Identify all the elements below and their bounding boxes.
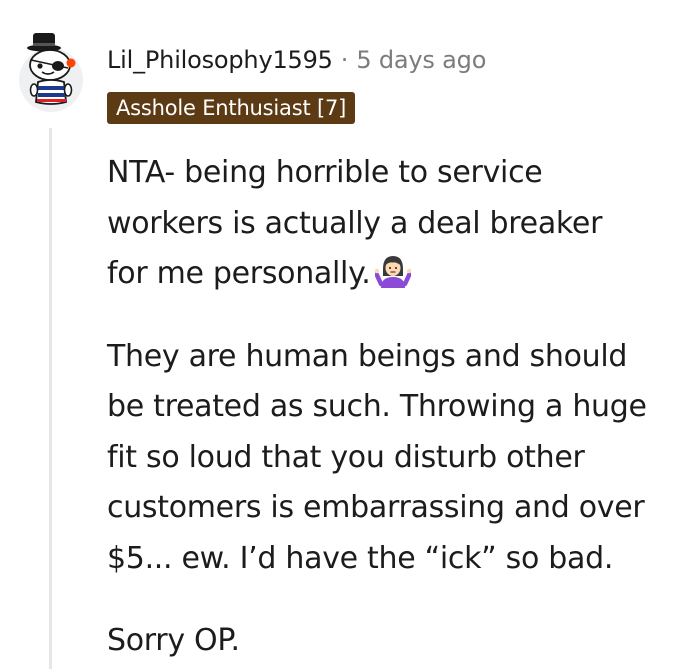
text-line: They are human beings and should	[107, 338, 628, 374]
comment-paragraph: They are human beings and should be trea…	[107, 332, 697, 585]
comment: Lil_Philosophy1595 · 5 days ago Asshole …	[0, 0, 700, 669]
text-line: workers is actually a deal breaker	[107, 205, 603, 241]
snoo-avatar-icon	[19, 33, 83, 112]
text-line-content: for me personally.	[107, 256, 371, 291]
text-line: fit so loud that you disturb other	[107, 439, 585, 475]
text-line: Sorry OP.	[107, 623, 240, 658]
text-line: customers is embarrassing and over	[107, 490, 645, 525]
text-line: be treated as such. Throwing a huge	[107, 389, 647, 424]
username-link[interactable]: Lil_Philosophy1595	[107, 46, 333, 74]
text-line: NTA- being horrible to service	[107, 155, 543, 190]
timestamp-link[interactable]: 5 days ago	[356, 46, 486, 74]
comment-paragraph: Sorry OP.	[107, 616, 697, 667]
meta-separator: ·	[340, 46, 349, 74]
comment-meta: Lil_Philosophy1595 · 5 days ago	[107, 40, 486, 80]
text-line: $5... ew. I’d have the “ick” so bad.	[107, 540, 614, 576]
person-shrugging-emoji-graphic	[373, 256, 412, 288]
text-line: for me personally.	[107, 249, 697, 300]
user-avatar[interactable]	[18, 30, 84, 114]
user-flair-badge: Asshole Enthusiast [7]	[107, 92, 356, 124]
thread-collapse-line[interactable]	[49, 128, 52, 669]
person-shrugging-emoji	[373, 254, 412, 288]
comment-paragraph: NTA- being horrible to service workers i…	[107, 148, 697, 300]
comment-body: NTA- being horrible to service workers i…	[107, 148, 697, 667]
